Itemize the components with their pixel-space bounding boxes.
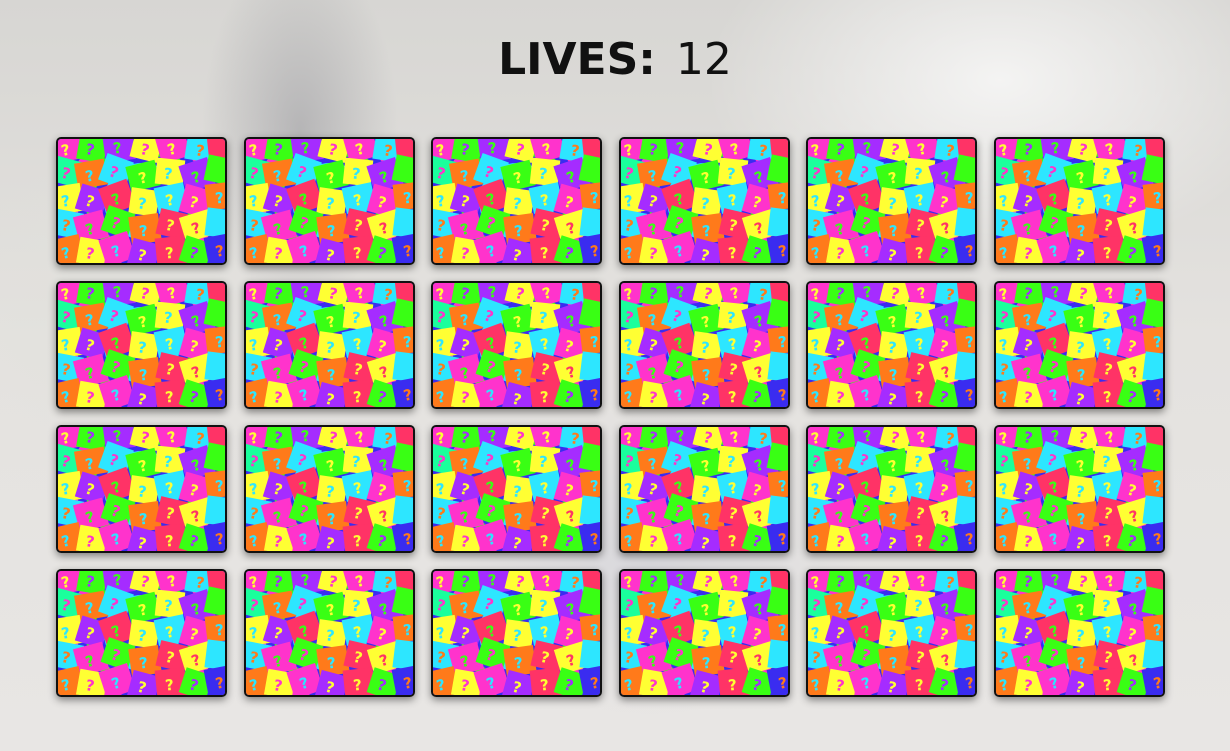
question-mark-pattern-icon — [621, 283, 788, 407]
question-mark-pattern-icon — [808, 427, 975, 551]
lives-counter: LIVES: 12 — [0, 32, 1230, 88]
memory-card[interactable] — [431, 137, 602, 265]
memory-card[interactable] — [806, 281, 977, 409]
memory-card[interactable] — [243, 425, 415, 553]
question-mark-pattern-icon — [621, 139, 788, 263]
question-mark-pattern-icon — [246, 427, 413, 551]
question-mark-pattern-icon — [246, 571, 413, 695]
question-mark-pattern-icon — [996, 427, 1163, 551]
memory-card[interactable] — [243, 137, 415, 265]
question-mark-pattern-icon — [621, 571, 788, 695]
memory-card[interactable] — [56, 425, 227, 553]
question-mark-pattern-icon — [996, 139, 1163, 263]
question-mark-pattern-icon — [808, 139, 975, 263]
memory-card[interactable] — [806, 569, 977, 697]
memory-card[interactable] — [56, 569, 227, 697]
memory-card[interactable] — [431, 425, 602, 553]
memory-card[interactable] — [993, 281, 1165, 409]
memory-card[interactable] — [993, 137, 1165, 265]
memory-card[interactable] — [618, 425, 790, 553]
memory-card[interactable] — [806, 425, 977, 553]
question-mark-pattern-icon — [996, 283, 1163, 407]
question-mark-pattern-icon — [808, 571, 975, 695]
question-mark-pattern-icon — [996, 571, 1163, 695]
question-mark-pattern-icon — [433, 283, 600, 407]
memory-card[interactable] — [618, 137, 790, 265]
memory-card[interactable] — [56, 281, 227, 409]
memory-card[interactable] — [243, 569, 415, 697]
question-mark-pattern-icon — [58, 571, 225, 695]
memory-card[interactable] — [993, 569, 1165, 697]
question-mark-pattern-icon — [433, 139, 600, 263]
memory-card[interactable] — [431, 281, 602, 409]
memory-card[interactable] — [618, 281, 790, 409]
question-mark-pattern-icon — [433, 571, 600, 695]
memory-card[interactable] — [618, 569, 790, 697]
question-mark-pattern-icon — [808, 283, 975, 407]
card-board — [56, 137, 1165, 697]
question-mark-pattern-icon — [621, 427, 788, 551]
memory-card[interactable] — [993, 425, 1165, 553]
memory-card[interactable] — [56, 137, 227, 265]
memory-card[interactable] — [243, 281, 415, 409]
question-mark-pattern-icon — [433, 427, 600, 551]
lives-label: LIVES: — [498, 34, 656, 85]
question-mark-pattern-icon — [58, 139, 225, 263]
question-mark-pattern-icon — [58, 283, 225, 407]
question-mark-pattern-icon — [246, 139, 413, 263]
memory-card[interactable] — [806, 137, 977, 265]
question-mark-pattern-icon — [246, 283, 413, 407]
question-mark-pattern-icon — [58, 427, 225, 551]
memory-card[interactable] — [431, 569, 602, 697]
lives-value: 12 — [675, 34, 732, 85]
